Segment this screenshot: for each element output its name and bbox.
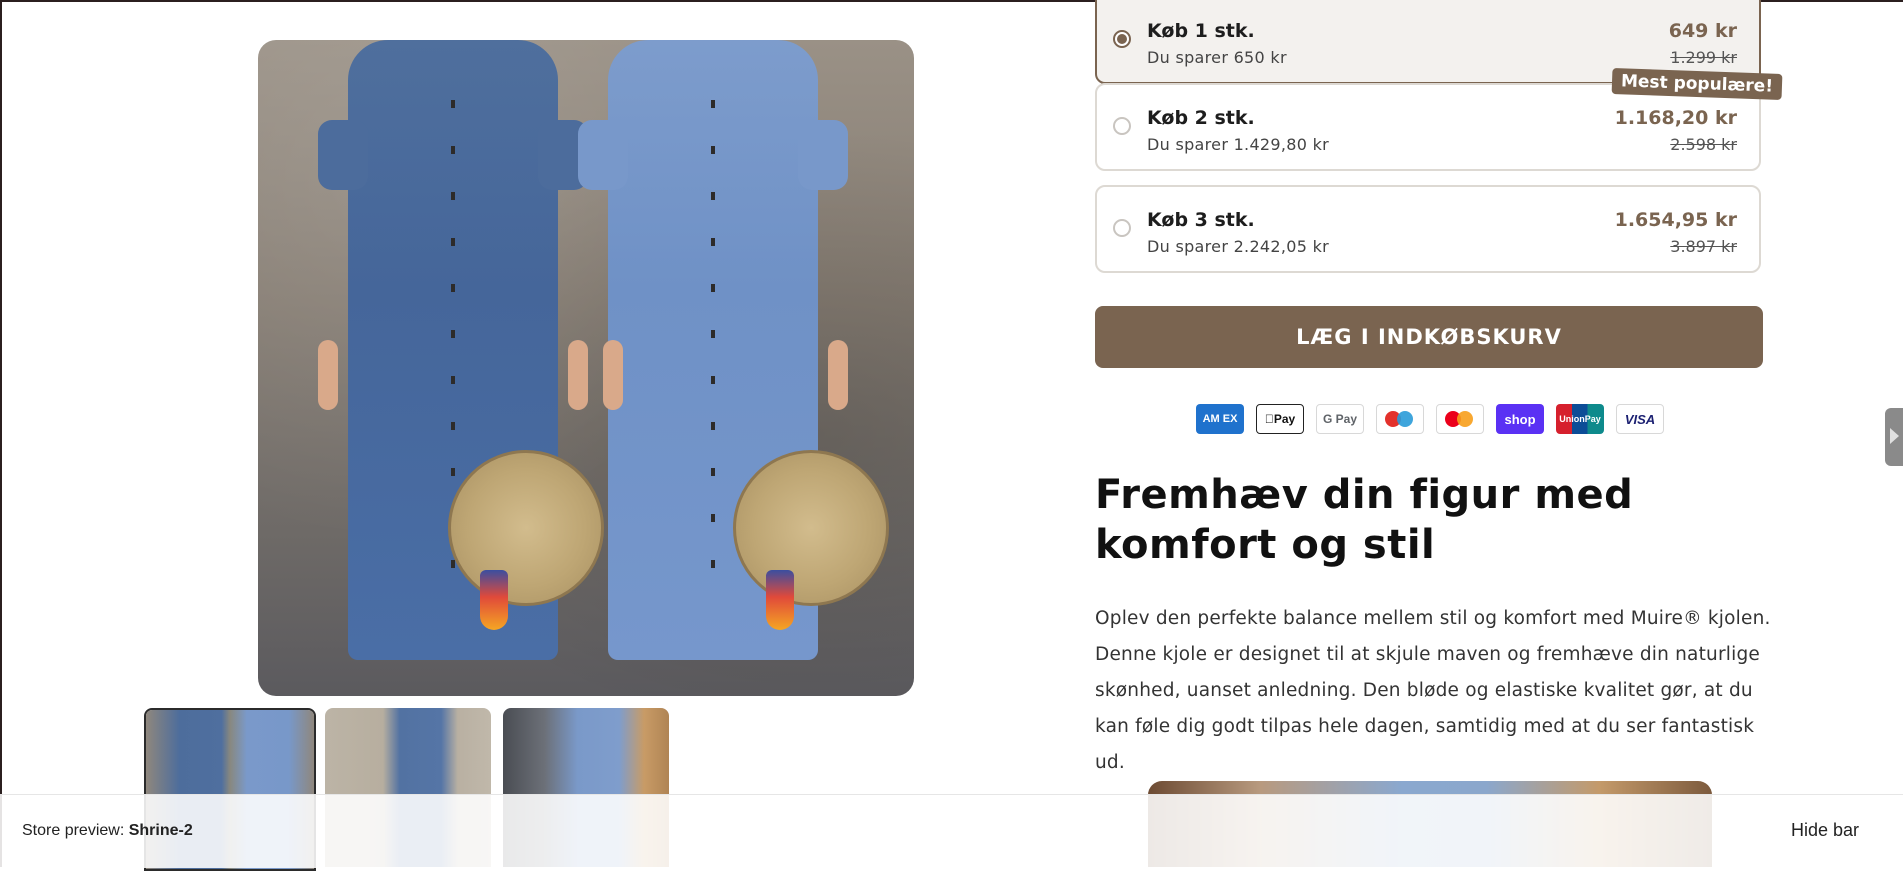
bundle-option-2[interactable]: Køb 2 stk. Du sparer 1.429,80 kr 1.168,2… bbox=[1095, 83, 1761, 171]
bundle-option-3[interactable]: Køb 3 stk. Du sparer 2.242,05 kr 1.654,9… bbox=[1095, 185, 1761, 273]
option-price: 649 kr bbox=[1668, 20, 1737, 42]
option-savings: Du sparer 2.242,05 kr bbox=[1147, 237, 1330, 256]
store-preview-bar: Store preview: Shrine-2 Hide bar bbox=[0, 794, 1903, 868]
option-savings: Du sparer 650 kr bbox=[1147, 48, 1287, 67]
payment-methods: AM EX Pay G Pay shop UnionPay VISA bbox=[1196, 404, 1664, 434]
radio-button[interactable] bbox=[1113, 30, 1131, 48]
option-title: Køb 1 stk. bbox=[1147, 20, 1255, 42]
chevron-right-icon bbox=[1890, 428, 1899, 444]
product-main-image[interactable] bbox=[258, 40, 914, 696]
option-savings: Du sparer 1.429,80 kr bbox=[1147, 135, 1330, 154]
apple-pay-label: Pay bbox=[1269, 412, 1295, 426]
mastercard-icon bbox=[1436, 404, 1484, 434]
preview-prefix: Store preview: bbox=[22, 822, 125, 839]
option-old-price: 1.299 kr bbox=[1670, 48, 1737, 67]
side-drawer-toggle[interactable] bbox=[1885, 408, 1903, 466]
google-pay-icon: G Pay bbox=[1316, 404, 1364, 434]
option-price: 1.654,95 kr bbox=[1614, 209, 1737, 231]
hide-bar-button[interactable]: Hide bar bbox=[1785, 819, 1865, 842]
radio-button[interactable] bbox=[1113, 219, 1131, 237]
bag-tassel bbox=[766, 570, 794, 630]
option-old-price: 3.897 kr bbox=[1670, 237, 1737, 256]
straw-bag bbox=[448, 450, 604, 606]
window-left-border bbox=[0, 0, 2, 867]
radio-button[interactable] bbox=[1113, 117, 1131, 135]
apple-pay-icon: Pay bbox=[1256, 404, 1304, 434]
store-name: Shrine-2 bbox=[128, 822, 193, 839]
product-description: Oplev den perfekte balance mellem stil o… bbox=[1095, 608, 1771, 773]
shop-pay-icon: shop bbox=[1496, 404, 1544, 434]
store-preview-label: Store preview: Shrine-2 bbox=[22, 822, 193, 840]
maestro-icon bbox=[1376, 404, 1424, 434]
option-title: Køb 2 stk. bbox=[1147, 107, 1255, 129]
section-heading: Fremhæv din figur med komfort og stil bbox=[1095, 472, 1634, 568]
option-price: 1.168,20 kr bbox=[1614, 107, 1737, 129]
amex-icon: AM EX bbox=[1196, 404, 1244, 434]
add-to-cart-button[interactable]: LÆG I INDKØBSKURV bbox=[1095, 306, 1763, 368]
visa-icon: VISA bbox=[1616, 404, 1664, 434]
straw-bag bbox=[733, 450, 889, 606]
unionpay-icon: UnionPay bbox=[1556, 404, 1604, 434]
option-title: Køb 3 stk. bbox=[1147, 209, 1255, 231]
bag-tassel bbox=[480, 570, 508, 630]
option-old-price: 2.598 kr bbox=[1670, 135, 1737, 154]
